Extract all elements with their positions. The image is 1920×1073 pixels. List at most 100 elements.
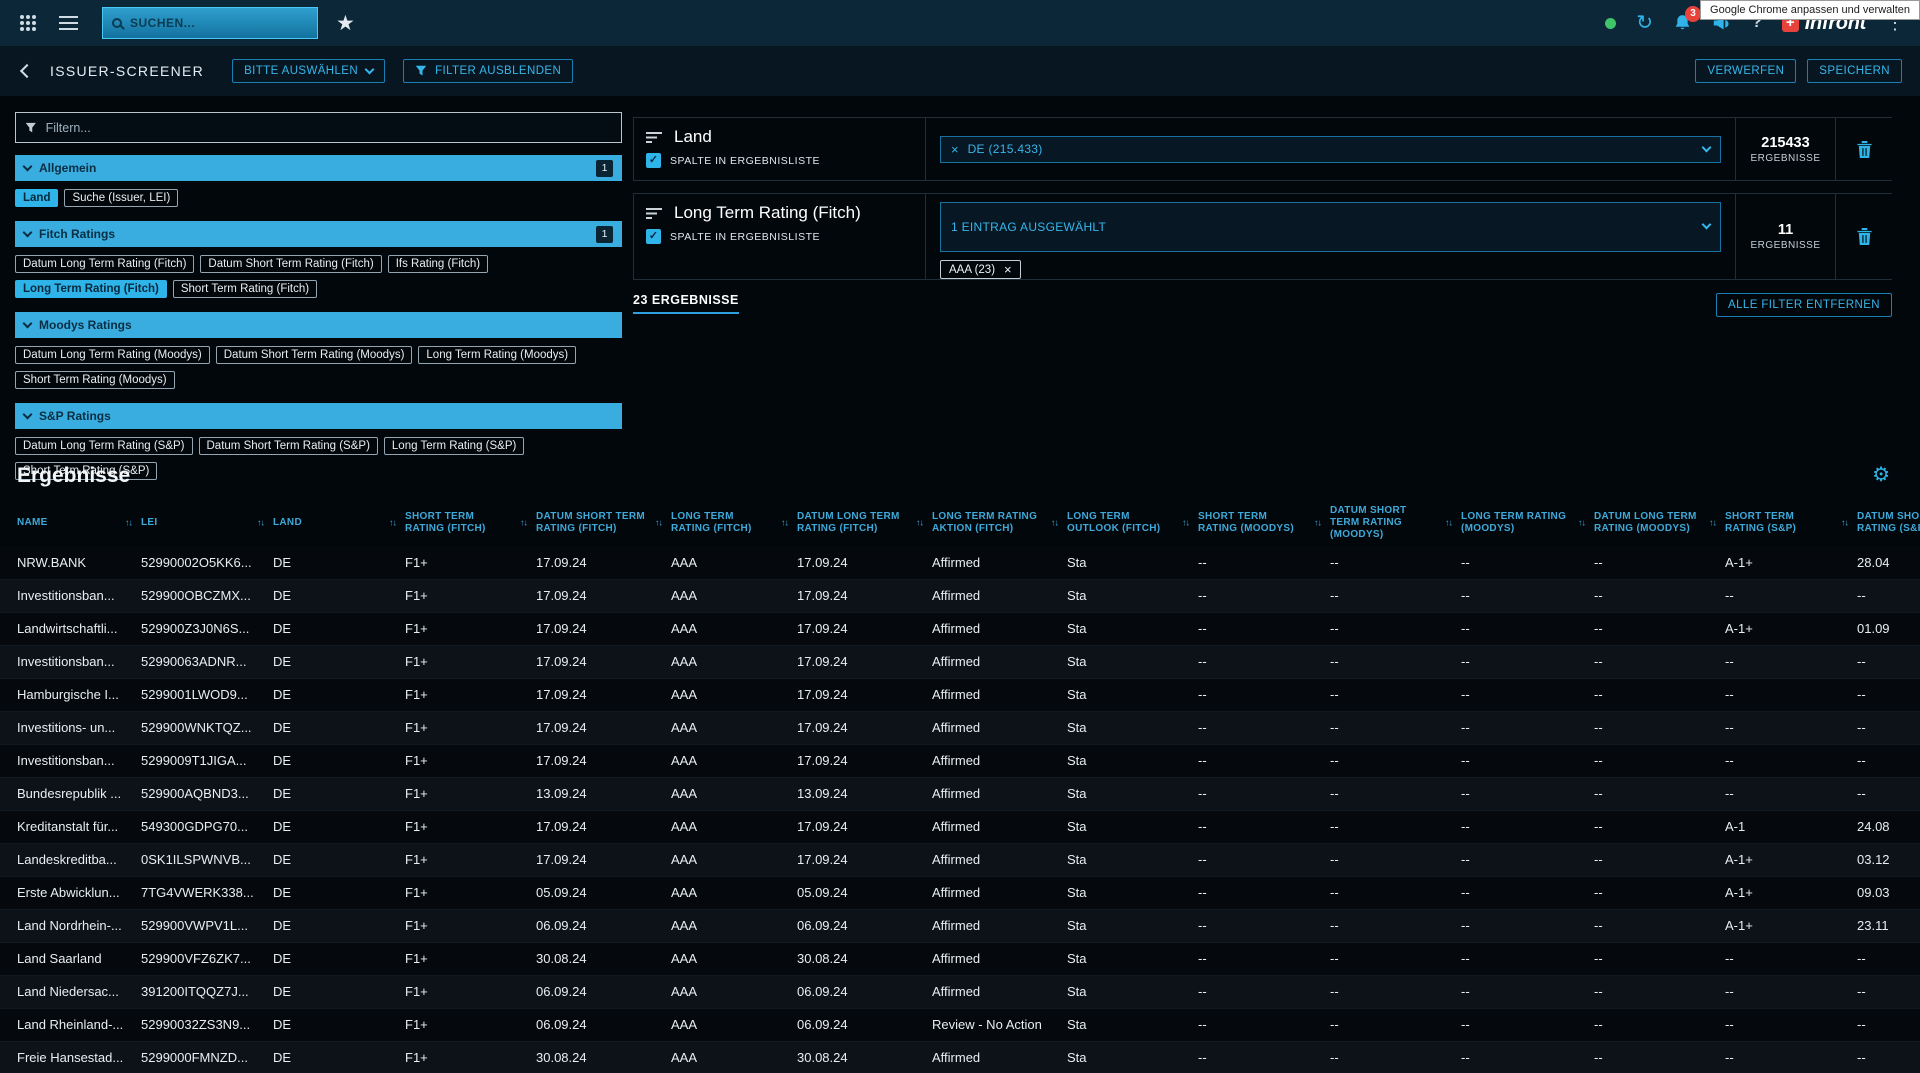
preset-dropdown[interactable]: BITTE AUSWÄHLEN [232, 59, 385, 83]
remove-value-icon[interactable]: × [951, 143, 959, 156]
filter-tag[interactable]: Long Term Rating (S&P) [384, 437, 524, 455]
column-header[interactable]: SHORT TERM RATING (MOODYS)↑↓ [1192, 500, 1324, 546]
table-cell: Land Rheinland-... [0, 1008, 135, 1041]
table-row[interactable]: Land Nordrhein-...529900VWPV1L...DEF1+06… [0, 909, 1920, 942]
sort-icon[interactable]: ↑↓ [125, 518, 132, 529]
table-row[interactable]: Investitionsban...52990063ADNR...DEF1+17… [0, 645, 1920, 678]
filter-tag[interactable]: Datum Short Term Rating (Fitch) [200, 255, 381, 273]
column-header[interactable]: LEI↑↓ [135, 500, 267, 546]
table-row[interactable]: Freie Hansestad...5299000FMNZD...DEF1+30… [0, 1041, 1920, 1073]
sort-icon[interactable]: ↑↓ [1709, 518, 1716, 529]
favorite-star-icon[interactable]: ★ [336, 11, 355, 36]
sort-icon[interactable]: ↑↓ [1051, 518, 1058, 529]
column-header[interactable]: NAME↑↓ [0, 500, 135, 546]
filter-tag[interactable]: Suche (Issuer, LEI) [64, 189, 178, 207]
drag-handle-icon[interactable] [646, 131, 663, 144]
sort-icon[interactable]: ↑↓ [520, 518, 527, 529]
search-input[interactable] [130, 16, 308, 30]
sort-icon[interactable]: ↑↓ [1578, 518, 1585, 529]
filter-tag[interactable]: Datum Long Term Rating (Moodys) [15, 346, 210, 364]
filter-search-box[interactable] [15, 112, 622, 143]
selected-chip[interactable]: AAA (23) × [940, 260, 1021, 279]
land-select[interactable]: × DE (215.433) [940, 136, 1721, 163]
ltr-select[interactable]: 1 EINTRAG AUSGEWÄHLT [940, 202, 1721, 252]
column-header[interactable]: DATUM LONG TERM RATING (FITCH) ↑↓ [791, 500, 926, 546]
refresh-icon[interactable]: ↻ [1636, 13, 1653, 33]
filter-tag[interactable]: Long Term Rating (Fitch) [15, 280, 167, 298]
sort-icon[interactable]: ↑↓ [1182, 518, 1189, 529]
column-toggle-ltr[interactable]: ✓ SPALTE IN ERGEBNISLISTE [646, 229, 925, 244]
filter-group-header[interactable]: Fitch Ratings1 [15, 221, 622, 247]
table-row[interactable]: Land Saarland529900VFZ6ZK7...DEF1+30.08.… [0, 942, 1920, 975]
filter-tag[interactable]: Ifs Rating (Fitch) [388, 255, 488, 273]
filter-group-header[interactable]: Allgemein1 [15, 155, 622, 181]
filter-tag[interactable]: Datum Short Term Rating (S&P) [199, 437, 378, 455]
sort-icon[interactable]: ↑↓ [781, 518, 788, 529]
table-row[interactable]: Landeskreditba...0SK1ILSPWNVB...DEF1+17.… [0, 843, 1920, 876]
sort-icon[interactable]: ↑↓ [389, 518, 396, 529]
delete-filter-ltr-button[interactable] [1835, 194, 1892, 279]
filter-tag[interactable]: Datum Long Term Rating (Fitch) [15, 255, 194, 273]
table-row[interactable]: Investitionsban...5299009T1JIGA...DEF1+1… [0, 744, 1920, 777]
notifications-button[interactable]: 3 [1673, 13, 1692, 33]
table-row[interactable]: Erste Abwicklun...7TG4VWERK338...DEF1+05… [0, 876, 1920, 909]
column-header[interactable]: DATUM SHORT TERM RATING (FITCH)↑↓ [530, 500, 665, 546]
drag-handle-icon[interactable] [646, 207, 663, 220]
column-header[interactable]: LONG TERM RATING (MOODYS)↑↓ [1455, 500, 1588, 546]
table-row[interactable]: Investitionsban...529900OBCZMX...DEF1+17… [0, 579, 1920, 612]
column-header[interactable]: SHORT TERM RATING (FITCH)↑↓ [399, 500, 530, 546]
table-cell: 549300GDPG70... [135, 810, 267, 843]
checkbox-checked[interactable]: ✓ [646, 229, 661, 244]
filter-tag[interactable]: Land [15, 189, 58, 207]
sort-icon[interactable]: ↑↓ [916, 518, 923, 529]
filter-group-header[interactable]: S&P Ratings [15, 403, 622, 429]
hide-filters-button[interactable]: FILTER AUSBLENDEN [403, 59, 573, 83]
table-row[interactable]: Land Rheinland-...52990032ZS3N9...DEF1+0… [0, 1008, 1920, 1041]
filter-group-header[interactable]: Moodys Ratings [15, 312, 622, 338]
filter-tag[interactable]: Datum Long Term Rating (S&P) [15, 437, 193, 455]
save-button[interactable]: SPEICHERN [1807, 59, 1902, 83]
filter-tag[interactable]: Long Term Rating (Moodys) [418, 346, 576, 364]
global-search-box[interactable] [102, 7, 318, 39]
remove-chip-icon[interactable]: × [1004, 263, 1012, 276]
sort-icon[interactable]: ↑↓ [1314, 518, 1321, 529]
table-row[interactable]: Kreditanstalt für...549300GDPG70...DEF1+… [0, 810, 1920, 843]
filter-tag[interactable]: Datum Short Term Rating (Moodys) [216, 346, 413, 364]
delete-filter-land-button[interactable] [1835, 118, 1892, 180]
table-row[interactable]: Hamburgische I...5299001LWOD9...DEF1+17.… [0, 678, 1920, 711]
sort-icon[interactable]: ↑↓ [257, 518, 264, 529]
back-button[interactable] [18, 62, 36, 80]
table-row[interactable]: Bundesrepublik ...529900AQBND3...DEF1+13… [0, 777, 1920, 810]
table-cell: 06.09.24 [791, 975, 926, 1008]
table-row[interactable]: Investitions- un...529900WNKTQZ...DEF1+1… [0, 711, 1920, 744]
column-header[interactable]: LAND↑↓ [267, 500, 399, 546]
sort-icon[interactable]: ↑↓ [1841, 518, 1848, 529]
discard-button[interactable]: VERWERFEN [1695, 59, 1796, 83]
apps-grid-icon[interactable] [20, 15, 37, 32]
filter-tag[interactable]: Short Term Rating (Moodys) [15, 371, 175, 389]
table-row[interactable]: Landwirtschaftli...529900Z3J0N6S...DEF1+… [0, 612, 1920, 645]
filter-tag[interactable]: Short Term Rating (Fitch) [173, 280, 317, 298]
column-header[interactable]: LONG TERM RATING (FITCH)↑↓ [665, 500, 791, 546]
table-cell: -- [1324, 612, 1455, 645]
gear-icon[interactable]: ⚙ [1872, 465, 1890, 485]
column-header[interactable]: DATUM SHORT TERM RATING (S&P)↑↓ [1851, 500, 1920, 546]
filter-search-input[interactable] [46, 121, 612, 135]
remove-all-filters-button[interactable]: ALLE FILTER ENTFERNEN [1716, 293, 1892, 317]
table-cell: 5299009T1JIGA... [135, 744, 267, 777]
column-header[interactable]: SHORT TERM RATING (S&P)↑↓ [1719, 500, 1851, 546]
column-header[interactable]: LONG TERM RATING AKTION (FITCH)↑↓ [926, 500, 1061, 546]
checkbox-checked[interactable]: ✓ [646, 153, 661, 168]
sort-icon[interactable]: ↑↓ [1445, 518, 1452, 529]
hamburger-menu-icon[interactable] [59, 16, 78, 31]
table-row[interactable]: Land Niedersac...391200ITQQZ7J...DEF1+06… [0, 975, 1920, 1008]
app-root: ★ ↻ 3 ? Infront ⋮ Google C [0, 0, 1920, 1073]
column-header[interactable]: LONG TERM OUTLOOK (FITCH)↑↓ [1061, 500, 1192, 546]
column-header[interactable]: DATUM LONG TERM RATING (MOODYS)↑↓ [1588, 500, 1719, 546]
table-row[interactable]: NRW.BANK52990002O5KK6...DEF1+17.09.24AAA… [0, 546, 1920, 579]
table-cell: AAA [665, 1008, 791, 1041]
column-header[interactable]: DATUM SHORT TERM RATING (MOODYS)↑↓ [1324, 500, 1455, 546]
column-header-label: DATUM LONG TERM RATING (FITCH) [797, 511, 900, 534]
sort-icon[interactable]: ↑↓ [655, 518, 662, 529]
column-toggle-land[interactable]: ✓ SPALTE IN ERGEBNISLISTE [646, 153, 925, 168]
